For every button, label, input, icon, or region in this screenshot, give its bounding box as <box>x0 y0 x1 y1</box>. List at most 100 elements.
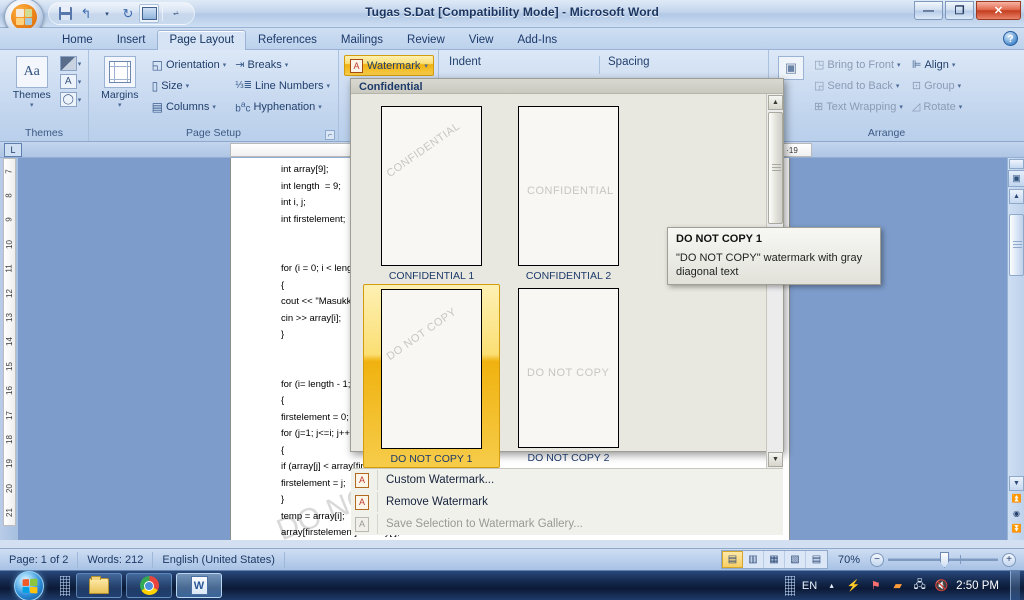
full-screen-reading-view-button[interactable]: ▥ <box>743 551 764 568</box>
print-layout-view-button[interactable]: ▤ <box>722 551 743 568</box>
bring-to-front-button[interactable]: ◳ Bring to Front ▾ <box>811 54 906 75</box>
vertical-scroll-thumb[interactable] <box>1009 214 1024 276</box>
save-selection-label: Save Selection to Watermark Gallery... <box>386 518 583 530</box>
v-tick: 9 <box>4 217 14 223</box>
select-browse-object-icon[interactable]: ◉ <box>1009 507 1024 521</box>
taskbar-grip[interactable] <box>60 575 70 596</box>
orientation-button[interactable]: ◱ Orientation ▾ <box>149 54 230 75</box>
vertical-scrollbar[interactable]: ▣ ▲ ▼ ⏫ ◉ ⏬ <box>1007 158 1024 540</box>
status-word-count[interactable]: Words: 212 <box>78 551 154 568</box>
theme-colors-button[interactable]: ▾ <box>59 56 81 71</box>
gallery-item-do-not-copy-1[interactable]: DO NOT COPY DO NOT COPY 1 <box>363 284 500 468</box>
v-tick: 7 <box>4 168 14 174</box>
line-numbers-button[interactable]: ⅓≣ Line Numbers ▾ <box>232 75 333 96</box>
flag-alert-icon[interactable]: ⚑ <box>868 578 883 593</box>
page-setup-dialog-launcher[interactable]: ⌐ <box>325 130 335 140</box>
gallery-item-do-not-copy-2[interactable]: DO NOT COPY DO NOT COPY 2 <box>500 284 637 468</box>
send-to-back-button[interactable]: ◲ Send to Back ▾ <box>811 75 906 96</box>
watermark-button[interactable]: A Watermark ▾ <box>344 55 434 76</box>
help-icon[interactable]: ? <box>1003 31 1018 46</box>
tab-add-ins[interactable]: Add-Ins <box>505 30 569 50</box>
theme-effects-button[interactable]: ◯ ▾ <box>59 92 81 107</box>
vertical-ruler[interactable]: 7 8 9 10 11 12 13 14 15 16 17 18 19 20 2… <box>0 158 18 540</box>
vertical-ruler-face: 7 8 9 10 11 12 13 14 15 16 17 18 19 20 2… <box>3 158 16 526</box>
custom-watermark-command[interactable]: A Custom Watermark... <box>351 469 783 491</box>
columns-button[interactable]: ▤ Columns ▾ <box>149 96 230 117</box>
tab-review[interactable]: Review <box>395 30 457 50</box>
scroll-down-arrow[interactable]: ▼ <box>1009 476 1024 491</box>
outline-view-button[interactable]: ▧ <box>785 551 806 568</box>
tab-insert[interactable]: Insert <box>105 30 158 50</box>
show-desktop-button[interactable] <box>1010 570 1020 600</box>
tray-clock[interactable]: 2:50 PM <box>956 580 999 592</box>
insert-picture-icon[interactable] <box>139 4 159 23</box>
zoom-out-button[interactable]: − <box>870 552 884 567</box>
gallery-item-confidential-2[interactable]: CONFIDENTIAL CONFIDENTIAL 2 <box>500 102 637 284</box>
gallery-scroll-up-arrow[interactable]: ▲ <box>768 95 783 110</box>
gallery-scroll-thumb[interactable] <box>768 112 783 224</box>
show-hidden-icons-icon[interactable]: ▴ <box>824 578 839 593</box>
margins-button[interactable]: Margins ▾ <box>94 54 146 109</box>
scroll-up-arrow[interactable]: ▲ <box>1009 189 1024 204</box>
tray-language[interactable]: EN <box>802 580 817 592</box>
align-button[interactable]: ⊫ Align ▾ <box>909 54 965 75</box>
v-tick: 16 <box>5 386 14 396</box>
network-icon[interactable]: 🖧 <box>912 578 927 593</box>
tab-stop-selector[interactable]: L <box>4 143 22 157</box>
status-page[interactable]: Page: 1 of 2 <box>0 551 79 568</box>
web-layout-view-button[interactable]: ▦ <box>764 551 785 568</box>
save-icon[interactable] <box>55 4 75 23</box>
themes-button[interactable]: Aa Themes ▾ <box>7 54 57 109</box>
gallery-item-confidential-1[interactable]: CONFIDENTIAL CONFIDENTIAL 1 <box>363 102 500 284</box>
group-button[interactable]: ⊡ Group ▾ <box>909 75 965 96</box>
zoom-knob[interactable] <box>940 552 949 568</box>
taskbar-button-microsoft-word[interactable]: W <box>176 573 222 598</box>
chevron-down-icon: ▾ <box>424 62 428 70</box>
minimize-button[interactable]: — <box>914 1 943 20</box>
draft-view-button[interactable]: ▤ <box>806 551 827 568</box>
ribbon-group-themes: Aa Themes ▾ ▾ A ▾ ◯ ▾ Themes <box>0 50 88 141</box>
tab-view[interactable]: View <box>457 30 506 50</box>
remove-watermark-command[interactable]: A Remove Watermark <box>351 491 783 513</box>
hyphenation-button[interactable]: bac Hyphenation ▾ <box>232 96 333 117</box>
position-button[interactable]: ▣ <box>774 54 808 81</box>
tab-page-layout[interactable]: Page Layout <box>157 30 247 50</box>
restore-button[interactable]: ❐ <box>945 1 974 20</box>
theme-fonts-button[interactable]: A ▾ <box>59 74 81 89</box>
network-plug-icon[interactable]: ⚡ <box>846 578 861 593</box>
volume-muted-icon[interactable]: 🔇 <box>934 578 949 593</box>
start-button[interactable] <box>2 570 56 600</box>
gallery-scroll-down-arrow[interactable]: ▼ <box>768 452 783 467</box>
taskbar-button-google-chrome[interactable] <box>126 573 172 598</box>
undo-dropdown-icon[interactable]: ▾ <box>97 4 117 23</box>
tray-grip[interactable] <box>784 575 795 596</box>
windows-logo-icon <box>14 570 44 600</box>
select-browse-object-top-icon[interactable]: ▣ <box>1008 170 1024 187</box>
zoom-in-button[interactable]: + <box>1002 552 1016 567</box>
tab-home[interactable]: Home <box>50 30 105 50</box>
tab-mailings[interactable]: Mailings <box>329 30 395 50</box>
title-bar: ↰ ▾ ↻ ⩫ Tugas S.Dat [Compatibility Mode]… <box>0 0 1024 36</box>
split-window-handle[interactable] <box>1009 159 1024 169</box>
chevron-down-icon: ▾ <box>958 103 963 111</box>
close-button[interactable]: ✕ <box>976 1 1021 20</box>
customize-qat-icon[interactable]: ⩫ <box>166 4 186 23</box>
size-button[interactable]: ▯ Size ▾ <box>149 75 230 96</box>
undo-icon[interactable]: ↰ <box>76 4 96 23</box>
breaks-button[interactable]: ⇥ Breaks ▾ <box>232 54 333 75</box>
v-tick: 21 <box>5 508 14 518</box>
gallery-item-label: DO NOT COPY 2 <box>527 452 610 464</box>
redo-icon[interactable]: ↻ <box>118 4 138 23</box>
v-tick: 20 <box>5 483 14 493</box>
antivirus-icon[interactable]: ▰ <box>890 578 905 593</box>
next-page-icon[interactable]: ⏬ <box>1009 522 1024 536</box>
text-wrapping-button[interactable]: ⊞ Text Wrapping ▾ <box>811 96 906 117</box>
tab-references[interactable]: References <box>246 30 329 50</box>
zoom-level[interactable]: 70% <box>834 554 864 566</box>
zoom-slider[interactable]: − + <box>870 552 1016 568</box>
taskbar-button-windows-explorer[interactable] <box>76 573 122 598</box>
status-language[interactable]: English (United States) <box>153 551 285 568</box>
previous-page-icon[interactable]: ⏫ <box>1009 492 1024 506</box>
rotate-button[interactable]: ◿ Rotate ▾ <box>909 96 965 117</box>
zoom-track[interactable] <box>888 552 998 568</box>
